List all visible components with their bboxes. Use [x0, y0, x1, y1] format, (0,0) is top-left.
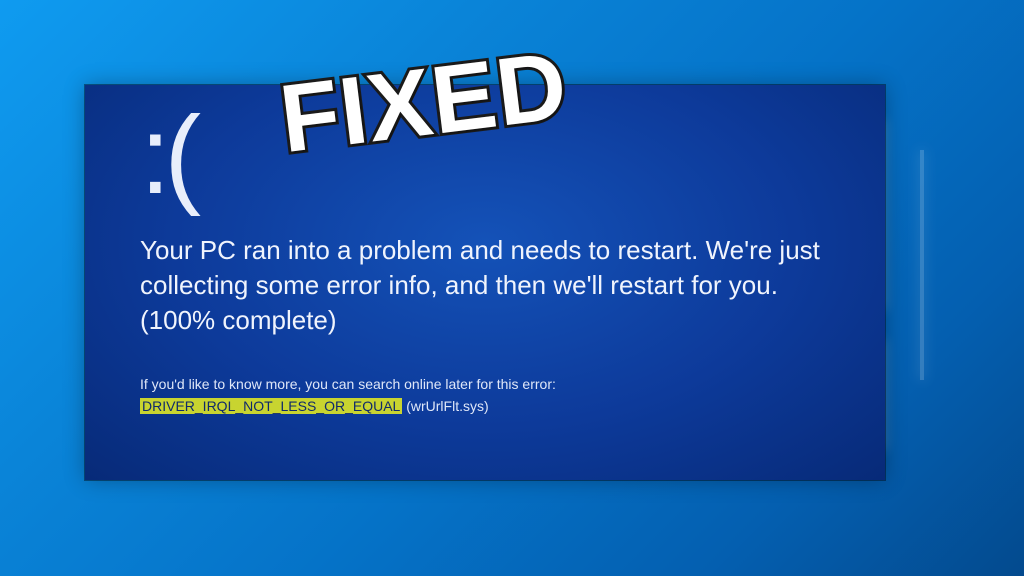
bsod-error-code: DRIVER_IRQL_NOT_LESS_OR_EQUAL — [140, 398, 402, 414]
windows-desktop-wallpaper: :( Your PC ran into a problem and needs … — [0, 0, 1024, 576]
bsod-error-file: (wrUrlFlt.sys) — [406, 398, 488, 414]
bsod-hint: If you'd like to know more, you can sear… — [140, 376, 845, 392]
bsod-error-line: DRIVER_IRQL_NOT_LESS_OR_EQUAL (wrUrlFlt.… — [140, 398, 845, 414]
bsod-message: Your PC ran into a problem and needs to … — [140, 233, 820, 338]
wallpaper-light-ray — [920, 150, 924, 380]
